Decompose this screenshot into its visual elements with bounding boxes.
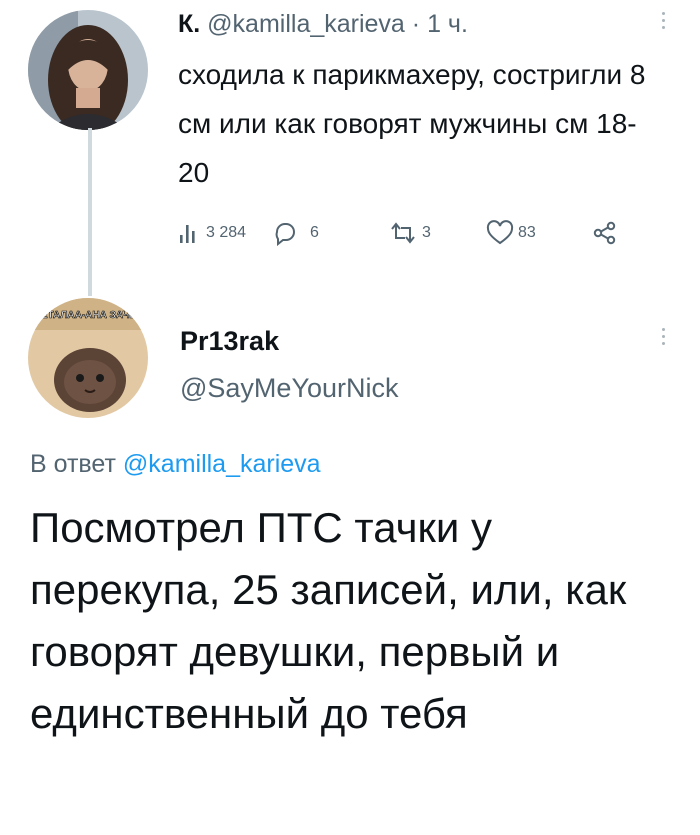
retweet-count: 3 [422,224,431,241]
like-button[interactable]: 83 [486,218,536,248]
tweet2-text: Посмотрел ПТС тачки у перекупа, 25 запис… [30,504,627,737]
retweet-button[interactable]: 3 [388,218,431,248]
tweet1-text: сходила к парикмахеру, состригли 8 см ил… [178,59,646,188]
tweet1-header: К. @kamilla_karieva · 1 ч. [178,10,468,39]
avatar-kamilla-image [28,10,148,130]
tweet1-more-icon[interactable] [662,12,666,33]
share-icon [593,221,616,245]
views-button[interactable]: 3 284 [178,218,246,248]
reply-context: В ответ @kamilla_karieva [30,450,321,479]
tweet1-author-handle[interactable]: @kamilla_karieva [207,10,405,38]
tweet1-action-bar: 3 284 6 3 83 [178,218,648,248]
tweet1-time[interactable]: 1 ч. [427,10,468,38]
thread-line [88,128,92,296]
avatar-pr13rak[interactable]: ЧЕТАЛАА-АНА ЗАЧЕТ [28,298,148,418]
views-count: 3 284 [206,224,247,241]
tweet1-separator: · [411,10,421,38]
reply-count: 6 [310,224,319,241]
reply-to-link[interactable]: @kamilla_karieva [123,450,321,478]
tweet2-author-handle[interactable]: @SayMeYourNick [180,373,399,404]
reply-icon [275,223,295,246]
views-icon [180,225,195,243]
tweet2-author-name[interactable]: Pr13rak [180,326,279,357]
reply-button[interactable]: 6 [272,218,319,248]
reply-prefix: В ответ [30,450,116,478]
like-icon [486,220,514,245]
retweet-icon [391,222,415,244]
share-button[interactable] [592,218,618,248]
tweet2-more-icon[interactable] [662,328,666,349]
like-count: 83 [518,224,536,241]
tweet1-author-name[interactable]: К. [178,10,200,38]
avatar-kamilla[interactable] [28,10,148,130]
avatar-pr13rak-image: ЧЕТАЛАА-АНА ЗАЧЕТ [28,298,148,418]
avatar-caption: ЧЕТАЛАА-АНА ЗАЧЕТ [34,310,142,321]
